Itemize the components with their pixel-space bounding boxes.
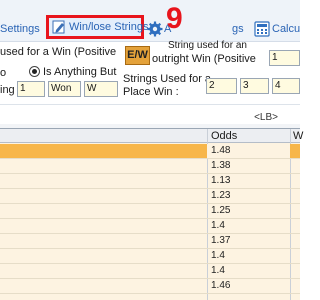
win-lose-strings-label: Win/lose Strings	[69, 21, 149, 33]
each-way-badge[interactable]: E/W	[125, 46, 150, 65]
place-win-label-line2: Place Win :	[123, 86, 179, 98]
win-string-field-2[interactable]: Won	[48, 81, 81, 97]
odds-cell: 1.25	[211, 205, 231, 216]
odds-cell: 1.13	[211, 175, 231, 186]
win-lose-strings-button[interactable]: Win/lose Strings	[46, 15, 148, 39]
grid-header: Odds W	[0, 129, 303, 143]
settings-tab[interactable]: Settings	[0, 20, 42, 38]
odds-cell: 1.4	[211, 250, 225, 261]
calculator-icon[interactable]	[254, 21, 270, 37]
odds-column-header[interactable]: Odds	[211, 129, 237, 143]
table-row[interactable]: 1.13	[0, 174, 300, 189]
odds-cell: 1.38	[211, 160, 231, 171]
is-anything-but-label: Is Anything But	[43, 66, 117, 78]
table-row[interactable]: 1.4	[0, 219, 300, 234]
odds-cell: 1.4	[211, 265, 225, 276]
table-row[interactable]: 1.4	[0, 249, 300, 264]
table-row[interactable]: 1.23	[0, 189, 300, 204]
is-anything-but-radio[interactable]	[29, 66, 40, 77]
win-string-label-fragment: ing	[0, 84, 15, 96]
step-callout-number: 9	[166, 2, 183, 35]
place-win-label-line1: Strings Used for a	[123, 73, 212, 85]
win-lose-config-panel: used for a Win (Positive E/W String used…	[0, 40, 300, 104]
table-row[interactable]: 1.38	[0, 159, 300, 174]
win-string-field-3[interactable]: W	[84, 81, 118, 97]
lb-indicator: <LB>	[254, 112, 278, 123]
strings-tab[interactable]: gs	[232, 20, 250, 38]
toolbar: Settings Win/lose Strings A 9 gs Calcu	[0, 0, 300, 42]
table-row[interactable]: 1.4	[0, 264, 300, 279]
odds-cell: 1.37	[211, 235, 231, 246]
operator-label-fragment: o	[0, 67, 7, 79]
odds-cell: 1.4	[211, 220, 225, 231]
table-row[interactable]: 1.37	[0, 234, 300, 249]
win-string-field-1[interactable]: 1	[17, 81, 45, 97]
gear-icon[interactable]	[147, 21, 163, 37]
place-string-field-2[interactable]: 3	[240, 78, 269, 94]
odds-cell: 1.48	[207, 144, 290, 158]
used-for-win-label: used for a Win (Positive	[0, 46, 117, 58]
outright-label-line1: String used for an	[168, 40, 247, 51]
place-string-field-3[interactable]: 4	[272, 78, 300, 94]
calculator-tab[interactable]: Calcu	[272, 20, 300, 38]
w-column-header[interactable]: W	[293, 129, 303, 143]
outright-win-string-field[interactable]: 1	[269, 50, 300, 66]
odds-cell: 1.23	[211, 190, 231, 201]
table-row[interactable]: 1.46	[0, 279, 300, 294]
outright-label-line2: outright Win (Positive	[152, 53, 256, 65]
table-row[interactable]: 1.25	[0, 204, 300, 219]
table-row[interactable]: 1.48	[0, 144, 300, 159]
place-string-field-1[interactable]: 2	[206, 78, 237, 94]
odds-grid: Odds W 1.48 1.38 1.13 1.23 1.25 1.4 1.37…	[0, 128, 303, 300]
odds-cell: 1.46	[211, 280, 231, 291]
pencil-icon	[52, 20, 65, 34]
